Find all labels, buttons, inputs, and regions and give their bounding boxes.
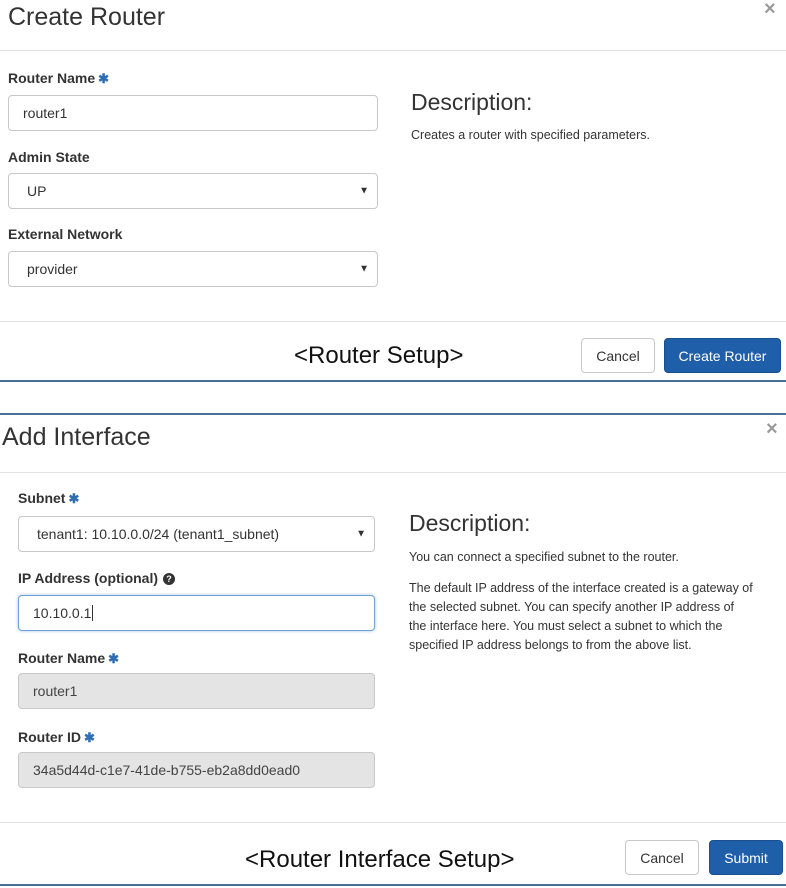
ip-address-input[interactable]: 10.10.0.1 [18, 595, 375, 631]
description-text: Creates a router with specified paramete… [411, 128, 650, 142]
caption: <Router Setup> [294, 342, 464, 369]
description-text: The default IP address of the interface … [409, 581, 753, 652]
admin-state-label: Admin State [8, 149, 90, 165]
footer-divider [0, 822, 786, 823]
caption: <Router Interface Setup> [245, 846, 515, 873]
footer-divider [0, 321, 786, 322]
external-network-select[interactable]: provider ▼ [8, 251, 378, 287]
external-network-label: External Network [8, 226, 123, 242]
description-title: Description: [409, 510, 531, 536]
cancel-button[interactable]: Cancel [581, 338, 655, 373]
required-icon: ✱ [68, 491, 80, 506]
text-cursor [92, 605, 94, 621]
section-separator [0, 884, 786, 886]
chevron-down-icon: ▼ [359, 185, 369, 197]
router-name-readonly-field: router1 [18, 673, 375, 709]
header-divider [0, 50, 786, 51]
add-interface-title: Add Interface [2, 423, 151, 451]
section-separator [0, 380, 786, 382]
help-icon: ? [163, 573, 176, 586]
close-icon[interactable]: × [766, 418, 778, 441]
router-name-label: Router Name ✱ [18, 650, 120, 666]
description-text: You can connect a specified subnet to th… [409, 550, 679, 564]
header-divider [0, 472, 786, 473]
close-icon[interactable]: × [764, 0, 776, 21]
router-name-input[interactable]: router1 [8, 95, 378, 131]
required-icon: ✱ [108, 651, 120, 666]
subnet-label: Subnet ✱ [18, 490, 80, 506]
required-icon: ✱ [84, 730, 95, 745]
router-id-label: Router ID ✱ [18, 729, 95, 745]
chevron-down-icon: ▼ [359, 263, 369, 275]
ip-address-label: IP Address (optional)? [18, 570, 176, 586]
cancel-button[interactable]: Cancel [625, 840, 699, 875]
chevron-down-icon: ▼ [356, 528, 366, 540]
create-router-button[interactable]: Create Router [664, 338, 781, 373]
subnet-select[interactable]: tenant1: 10.10.0.0/24 (tenant1_subnet) ▼ [18, 516, 375, 552]
router-name-label: Router Name ✱ [8, 70, 110, 86]
submit-button[interactable]: Submit [709, 840, 783, 875]
required-icon: ✱ [98, 71, 110, 86]
router-id-readonly-field: 34a5d44d-c1e7-41de-b755-eb2a8dd0ead0 [18, 752, 375, 788]
create-router-title: Create Router [8, 3, 166, 31]
section-separator [0, 413, 786, 415]
description-title: Description: [411, 89, 533, 115]
admin-state-select[interactable]: UP ▼ [8, 173, 378, 209]
